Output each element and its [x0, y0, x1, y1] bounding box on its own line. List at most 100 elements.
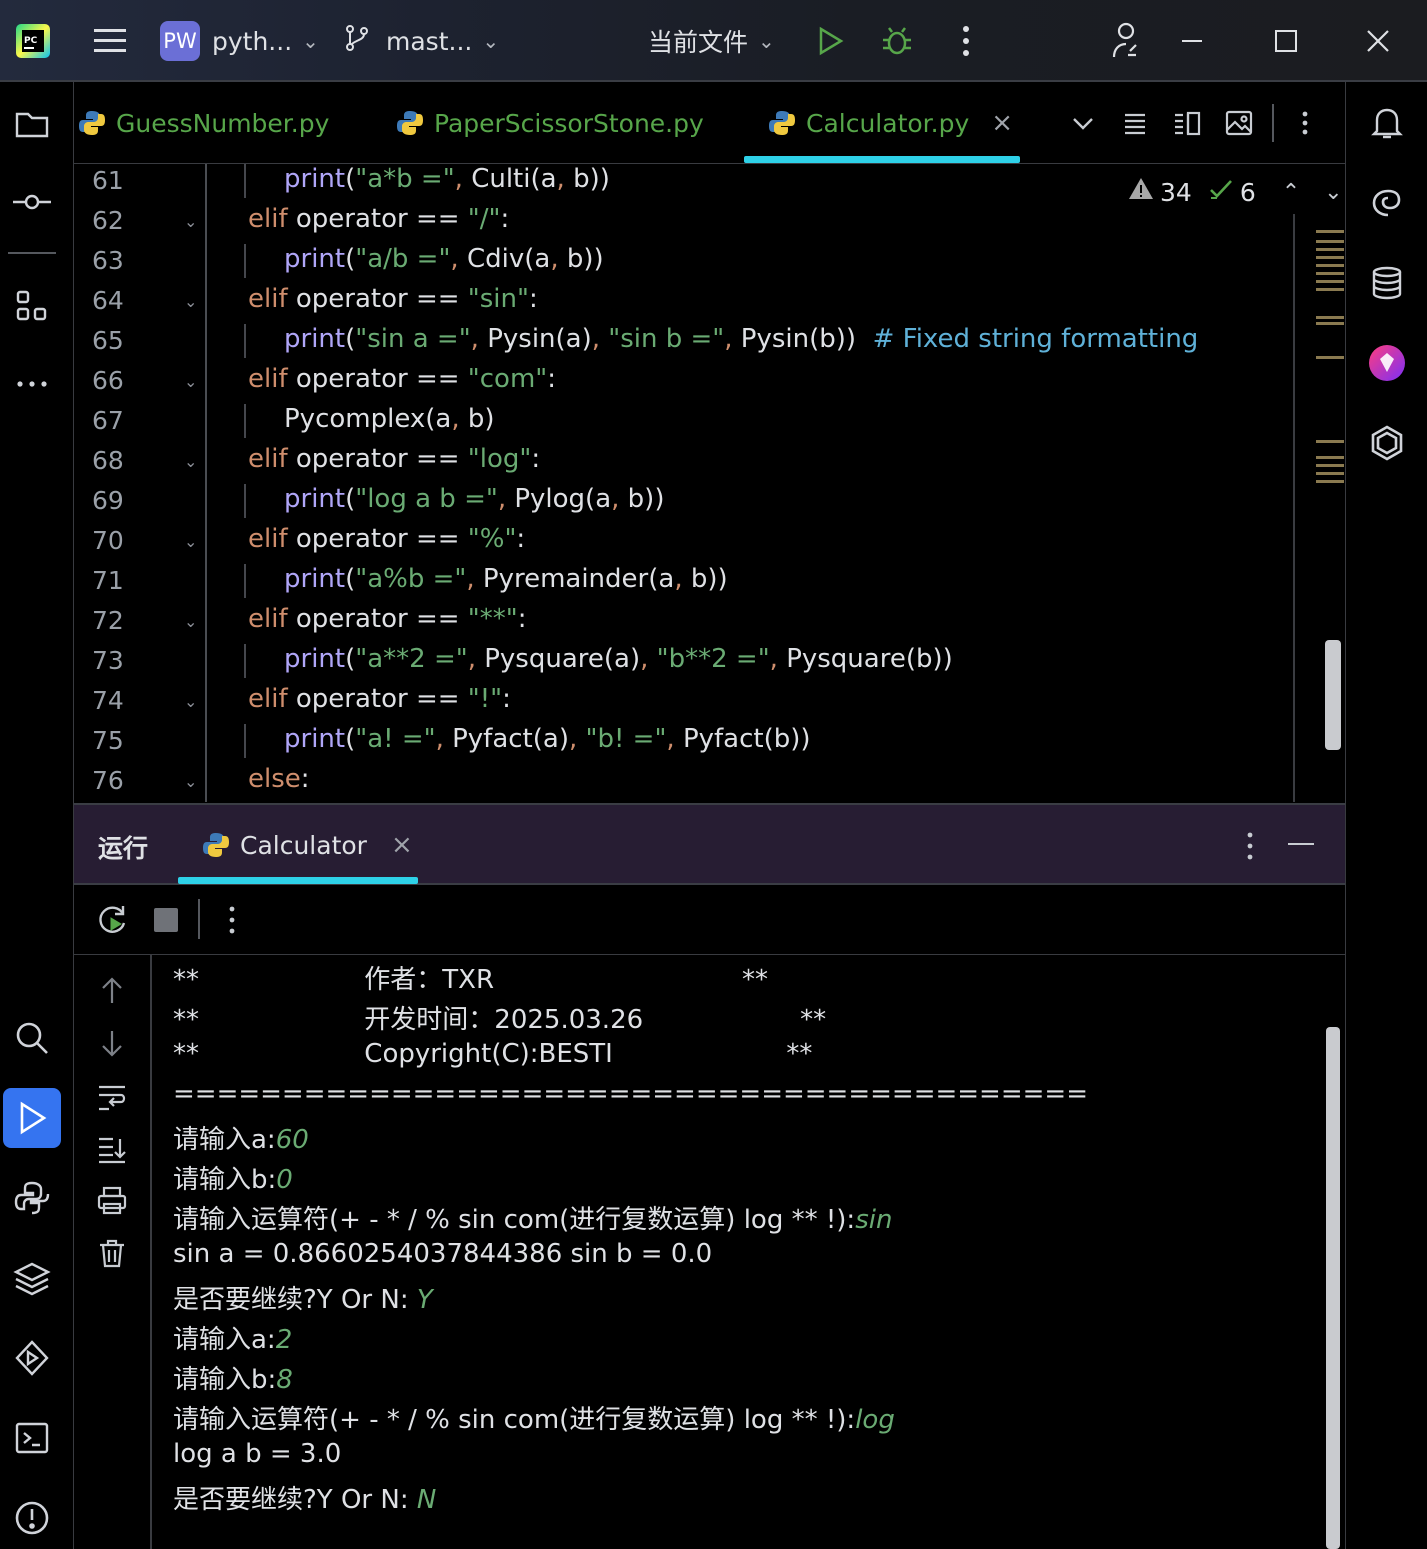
commit-icon[interactable] — [0, 172, 64, 232]
branch-switcher[interactable]: mast... ⌄ — [342, 0, 499, 82]
minimize-icon[interactable] — [1178, 0, 1206, 82]
chevron-down-icon: ⌄ — [482, 29, 500, 53]
error-stripe-mark — [1316, 264, 1344, 267]
inspection-widget[interactable]: 34 6 ⌃ ⌄ — [1128, 174, 1343, 210]
tab-calculator[interactable]: Calculator.py × — [768, 82, 1013, 164]
soft-wrap-icon[interactable] — [94, 1079, 130, 1115]
console-scrollbar[interactable] — [1326, 1027, 1340, 1549]
run-console-output[interactable]: ** 作者：TXR ** ** 开发时间：2025.03.26 ** ** Co… — [152, 955, 1345, 1549]
more-run-actions-icon[interactable] — [220, 903, 244, 941]
user-input: sin — [855, 1205, 893, 1235]
fold-chevron-icon[interactable]: ⌄ — [184, 372, 197, 391]
line-number: 76 — [92, 766, 124, 795]
scroll-to-end-icon[interactable] — [94, 1131, 130, 1167]
problems-icon[interactable] — [0, 1488, 64, 1548]
code-editor[interactable]: 61 62 63 64 65 66 67 68 69 70 71 72 73 7… — [74, 164, 1345, 802]
error-stripe-mark — [1316, 456, 1344, 459]
notifications-icon[interactable] — [1364, 100, 1410, 146]
tab-guessnumber[interactable]: GuessNumber.py — [78, 82, 329, 164]
maximize-icon[interactable] — [1272, 0, 1300, 82]
close-icon[interactable]: × — [391, 830, 413, 860]
close-icon[interactable]: × — [991, 108, 1013, 138]
project-switcher[interactable]: PW pyth... ⌄ — [160, 0, 319, 82]
project-folder-icon[interactable] — [0, 94, 64, 154]
ai-assistant-icon[interactable] — [1364, 180, 1410, 226]
run-config-selector[interactable]: 当前文件 ⌄ — [648, 0, 775, 82]
account-icon[interactable] — [1108, 0, 1144, 82]
editor-tabs: GuessNumber.py PaperScissorStone.py Calc… — [74, 82, 1345, 164]
more-actions-icon[interactable] — [952, 0, 980, 82]
run-icon[interactable] — [814, 0, 846, 82]
code-line: elif operator == "!": — [248, 684, 511, 714]
more-tools-icon[interactable] — [0, 354, 64, 414]
debug-icon[interactable] — [880, 0, 914, 82]
reader-mode-icon[interactable] — [1118, 106, 1152, 140]
next-highlight-icon[interactable]: ⌄ — [1324, 180, 1342, 205]
tab-label: GuessNumber.py — [116, 108, 330, 138]
python-console-icon[interactable] — [0, 1168, 64, 1228]
terminal-icon[interactable] — [0, 1408, 64, 1468]
code-line: else: — [248, 764, 310, 794]
check-icon — [1208, 176, 1234, 208]
main-menu-icon[interactable] — [92, 0, 128, 82]
console-line: 请输入运算符(+ - * / % sin com(进行复数运算) log ** … — [173, 1205, 893, 1235]
hexagon-plugin-icon[interactable] — [1364, 420, 1410, 466]
code-line: print("a! =", Pyfact(a), "b! =", Pyfact(… — [284, 724, 811, 754]
layers-icon[interactable] — [0, 1248, 64, 1308]
run-tool-window-icon[interactable] — [3, 1088, 61, 1148]
close-window-icon[interactable] — [1364, 0, 1392, 82]
services-icon[interactable] — [0, 1328, 64, 1388]
more-tab-actions-icon[interactable] — [1288, 106, 1322, 140]
split-view-icon[interactable] — [1170, 106, 1204, 140]
indent-guide — [244, 644, 246, 678]
preview-image-icon[interactable] — [1222, 106, 1256, 140]
fold-chevron-icon[interactable]: ⌄ — [184, 532, 197, 551]
arrow-up-icon[interactable] — [94, 973, 130, 1009]
user-input: log — [855, 1405, 895, 1435]
code-line: print("sin a =", Pysin(a), "sin b =", Py… — [284, 324, 1199, 354]
python-file-icon — [769, 111, 795, 135]
fold-chevron-icon[interactable]: ⌄ — [184, 212, 197, 231]
editor-scrollbar[interactable] — [1325, 640, 1341, 750]
indent-guide — [244, 404, 246, 438]
fold-chevron-icon[interactable]: ⌄ — [184, 612, 197, 631]
fold-chevron-icon[interactable]: ⌄ — [184, 452, 197, 471]
code-line: print("log a b =", Pylog(a, b)) — [284, 484, 665, 514]
python-file-icon — [79, 111, 105, 135]
console-line: ** 作者：TXR ** — [173, 965, 768, 995]
run-tab-calculator[interactable]: Calculator × — [202, 805, 413, 885]
print-icon[interactable] — [94, 1183, 130, 1219]
search-icon[interactable] — [0, 1008, 64, 1068]
fold-chevron-icon[interactable]: ⌄ — [184, 772, 197, 791]
error-stripe-mark — [1316, 272, 1344, 275]
stop-icon[interactable] — [154, 908, 178, 932]
error-stripe-mark — [1316, 472, 1344, 475]
error-stripe-mark — [1316, 316, 1344, 319]
fold-chevron-icon[interactable]: ⌄ — [184, 292, 197, 311]
run-tab-label: Calculator — [240, 830, 367, 860]
pycharm-logo-icon[interactable]: PC — [14, 0, 52, 82]
previous-highlight-icon[interactable]: ⌃ — [1282, 180, 1300, 205]
line-number: 63 — [92, 246, 124, 275]
fold-chevron-icon[interactable]: ⌄ — [184, 692, 197, 711]
error-stripe-mark — [1316, 288, 1344, 291]
rerun-icon[interactable] — [96, 903, 130, 941]
tab-paperscissorstone[interactable]: PaperScissorStone.py — [396, 82, 704, 164]
error-stripe-mark — [1316, 230, 1344, 233]
hide-panel-icon[interactable] — [1288, 843, 1314, 845]
trash-icon[interactable] — [94, 1235, 130, 1271]
line-number: 69 — [92, 486, 124, 515]
structure-icon[interactable] — [0, 276, 64, 336]
error-stripe-mark — [1316, 480, 1344, 483]
tab-list-chevron-icon[interactable] — [1066, 106, 1100, 140]
console-line: ========================================… — [173, 1079, 1088, 1109]
separator — [198, 899, 200, 939]
arrow-down-icon[interactable] — [94, 1025, 130, 1061]
error-stripe-mark — [1316, 356, 1344, 359]
line-number: 64 — [92, 286, 124, 315]
run-panel-options-icon[interactable] — [1238, 829, 1262, 867]
database-icon[interactable] — [1364, 260, 1410, 306]
plugin-gem-icon[interactable] — [1364, 340, 1410, 386]
console-line: 请输入b:0 — [173, 1165, 293, 1195]
svg-text:PC: PC — [24, 36, 38, 46]
